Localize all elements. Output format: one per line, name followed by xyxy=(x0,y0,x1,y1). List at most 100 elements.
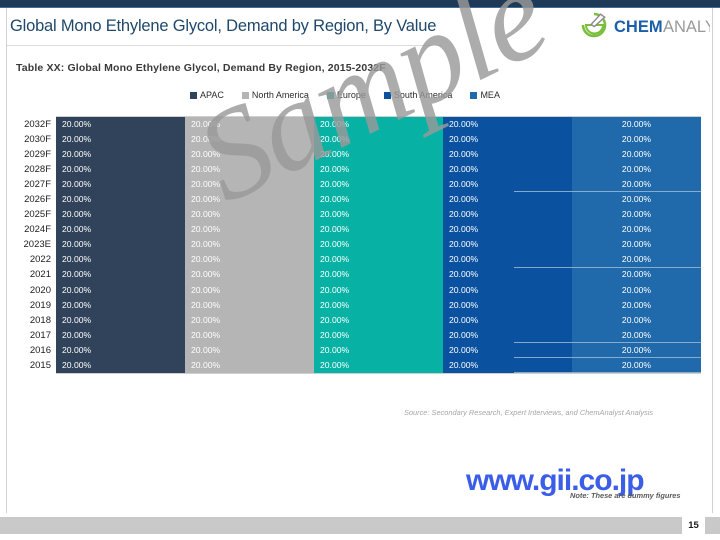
bar-segment-europe[interactable]: 20.00% xyxy=(314,297,443,313)
bar-segment-europe[interactable]: 20.00% xyxy=(314,357,443,373)
bar-segment-south-america[interactable]: 20.00% xyxy=(443,147,572,163)
bar-segment-mea[interactable]: 20.00% xyxy=(572,267,701,283)
bar-segment-north-america[interactable]: 20.00% xyxy=(185,312,314,328)
bar-segment-north-america[interactable]: 20.00% xyxy=(185,327,314,343)
bar-segment-apac[interactable]: 20.00% xyxy=(56,267,185,283)
bar-segment-apac[interactable]: 20.00% xyxy=(56,162,185,178)
bar-segment-mea[interactable]: 20.00% xyxy=(572,237,701,253)
plot-gridline xyxy=(514,341,701,343)
bar-segment-mea[interactable]: 20.00% xyxy=(572,282,701,298)
bar-segment-north-america[interactable]: 20.00% xyxy=(185,192,314,208)
bar-segment-apac[interactable]: 20.00% xyxy=(56,117,185,133)
bar-segment-mea[interactable]: 20.00% xyxy=(572,207,701,223)
legend-item-apac[interactable]: APAC xyxy=(190,90,224,100)
bar-segment-north-america[interactable]: 20.00% xyxy=(185,132,314,148)
plot-gridline xyxy=(514,266,701,268)
bar-segment-north-america[interactable]: 20.00% xyxy=(185,297,314,313)
bar-segment-south-america[interactable]: 20.00% xyxy=(443,237,572,253)
bar-segment-apac[interactable]: 20.00% xyxy=(56,207,185,223)
bar-segment-north-america[interactable]: 20.00% xyxy=(185,357,314,373)
bar-segment-apac[interactable]: 20.00% xyxy=(56,342,185,358)
bar-segment-south-america[interactable]: 20.00% xyxy=(443,207,572,223)
bar-segment-mea[interactable]: 20.00% xyxy=(572,162,701,178)
bar-segment-apac[interactable]: 20.00% xyxy=(56,132,185,148)
legend-item-south-america[interactable]: South America xyxy=(383,90,452,100)
bar-segment-apac[interactable]: 20.00% xyxy=(56,252,185,268)
bar-segment-south-america[interactable]: 20.00% xyxy=(443,267,572,283)
bar-segment-south-america[interactable]: 20.00% xyxy=(443,327,572,343)
bar-segment-europe[interactable]: 20.00% xyxy=(314,222,443,238)
legend-swatch-icon xyxy=(326,91,334,99)
bar-segment-europe[interactable]: 20.00% xyxy=(314,147,443,163)
bar-segment-apac[interactable]: 20.00% xyxy=(56,282,185,298)
bar-segment-south-america[interactable]: 20.00% xyxy=(443,177,572,193)
bar-segment-apac[interactable]: 20.00% xyxy=(56,357,185,373)
bar-segment-north-america[interactable]: 20.00% xyxy=(185,147,314,163)
bar-segment-europe[interactable]: 20.00% xyxy=(314,117,443,133)
legend-item-europe[interactable]: Europe xyxy=(326,90,366,100)
chart-row: 2032F 20.00% 20.00% 20.00% 20.00% 20.00% xyxy=(24,117,701,133)
bar-segment-south-america[interactable]: 20.00% xyxy=(443,297,572,313)
bar-segment-mea[interactable]: 20.00% xyxy=(572,297,701,313)
category-label: 2030F xyxy=(24,134,51,146)
bar-segment-mea[interactable]: 20.00% xyxy=(572,132,701,148)
bar-segment-apac[interactable]: 20.00% xyxy=(56,222,185,238)
bar-segment-mea[interactable]: 20.00% xyxy=(572,177,701,193)
bar-segment-north-america[interactable]: 20.00% xyxy=(185,252,314,268)
bar-segment-south-america[interactable]: 20.00% xyxy=(443,117,572,133)
bar-segment-apac[interactable]: 20.00% xyxy=(56,312,185,328)
bar-segment-north-america[interactable]: 20.00% xyxy=(185,162,314,178)
bar-segment-apac[interactable]: 20.00% xyxy=(56,237,185,253)
bar-segment-south-america[interactable]: 20.00% xyxy=(443,357,572,373)
bar-segment-mea[interactable]: 20.00% xyxy=(572,147,701,163)
bar-segment-south-america[interactable]: 20.00% xyxy=(443,252,572,268)
plot-gridline xyxy=(514,372,701,373)
legend-item-mea[interactable]: MEA xyxy=(470,90,500,100)
bar-segment-north-america[interactable]: 20.00% xyxy=(185,282,314,298)
bar-segment-mea[interactable]: 20.00% xyxy=(572,327,701,343)
bar-segment-south-america[interactable]: 20.00% xyxy=(443,162,572,178)
bar-segment-europe[interactable]: 20.00% xyxy=(314,132,443,148)
bar-segment-europe[interactable]: 20.00% xyxy=(314,327,443,343)
bar-segment-europe[interactable]: 20.00% xyxy=(314,237,443,253)
chart-row: 2027F 20.00% 20.00% 20.00% 20.00% 20.00% xyxy=(24,177,701,193)
bar-segment-europe[interactable]: 20.00% xyxy=(314,342,443,358)
bar-segment-north-america[interactable]: 20.00% xyxy=(185,207,314,223)
bar-segment-south-america[interactable]: 20.00% xyxy=(443,282,572,298)
bar-segment-north-america[interactable]: 20.00% xyxy=(185,237,314,253)
bar-segment-europe[interactable]: 20.00% xyxy=(314,162,443,178)
bar-segment-europe[interactable]: 20.00% xyxy=(314,312,443,328)
bar-segment-mea[interactable]: 20.00% xyxy=(572,312,701,328)
bar-segment-mea[interactable]: 20.00% xyxy=(572,117,701,133)
bar-segment-europe[interactable]: 20.00% xyxy=(314,177,443,193)
chart-row: 2018 20.00% 20.00% 20.00% 20.00% 20.00% xyxy=(30,312,701,328)
bar-segment-south-america[interactable]: 20.00% xyxy=(443,342,572,358)
bar-segment-north-america[interactable]: 20.00% xyxy=(185,222,314,238)
bar-segment-south-america[interactable]: 20.00% xyxy=(443,222,572,238)
bar-segment-europe[interactable]: 20.00% xyxy=(314,252,443,268)
bar-segment-mea[interactable]: 20.00% xyxy=(572,357,701,373)
bar-segment-north-america[interactable]: 20.00% xyxy=(185,117,314,133)
bar-segment-north-america[interactable]: 20.00% xyxy=(185,267,314,283)
bar-segment-europe[interactable]: 20.00% xyxy=(314,282,443,298)
category-label: 2026F xyxy=(24,194,51,206)
bar-segment-mea[interactable]: 20.00% xyxy=(572,222,701,238)
bar-segment-europe[interactable]: 20.00% xyxy=(314,192,443,208)
bar-segment-apac[interactable]: 20.00% xyxy=(56,327,185,343)
legend-item-north-america[interactable]: North America xyxy=(241,90,309,100)
bar-segment-europe[interactable]: 20.00% xyxy=(314,207,443,223)
bar-segment-europe[interactable]: 20.00% xyxy=(314,267,443,283)
bar-segment-mea[interactable]: 20.00% xyxy=(572,252,701,268)
bar-segment-apac[interactable]: 20.00% xyxy=(56,192,185,208)
bar-segment-mea[interactable]: 20.00% xyxy=(572,342,701,358)
bar-segment-apac[interactable]: 20.00% xyxy=(56,147,185,163)
bar-segment-south-america[interactable]: 20.00% xyxy=(443,132,572,148)
category-label: 2017 xyxy=(29,329,51,341)
bar-segment-apac[interactable]: 20.00% xyxy=(56,177,185,193)
bar-segment-mea[interactable]: 20.00% xyxy=(572,192,701,208)
bar-segment-south-america[interactable]: 20.00% xyxy=(443,192,572,208)
bar-segment-north-america[interactable]: 20.00% xyxy=(185,342,314,358)
bar-segment-south-america[interactable]: 20.00% xyxy=(443,312,572,328)
bar-segment-north-america[interactable]: 20.00% xyxy=(185,177,314,193)
bar-segment-apac[interactable]: 20.00% xyxy=(56,297,185,313)
